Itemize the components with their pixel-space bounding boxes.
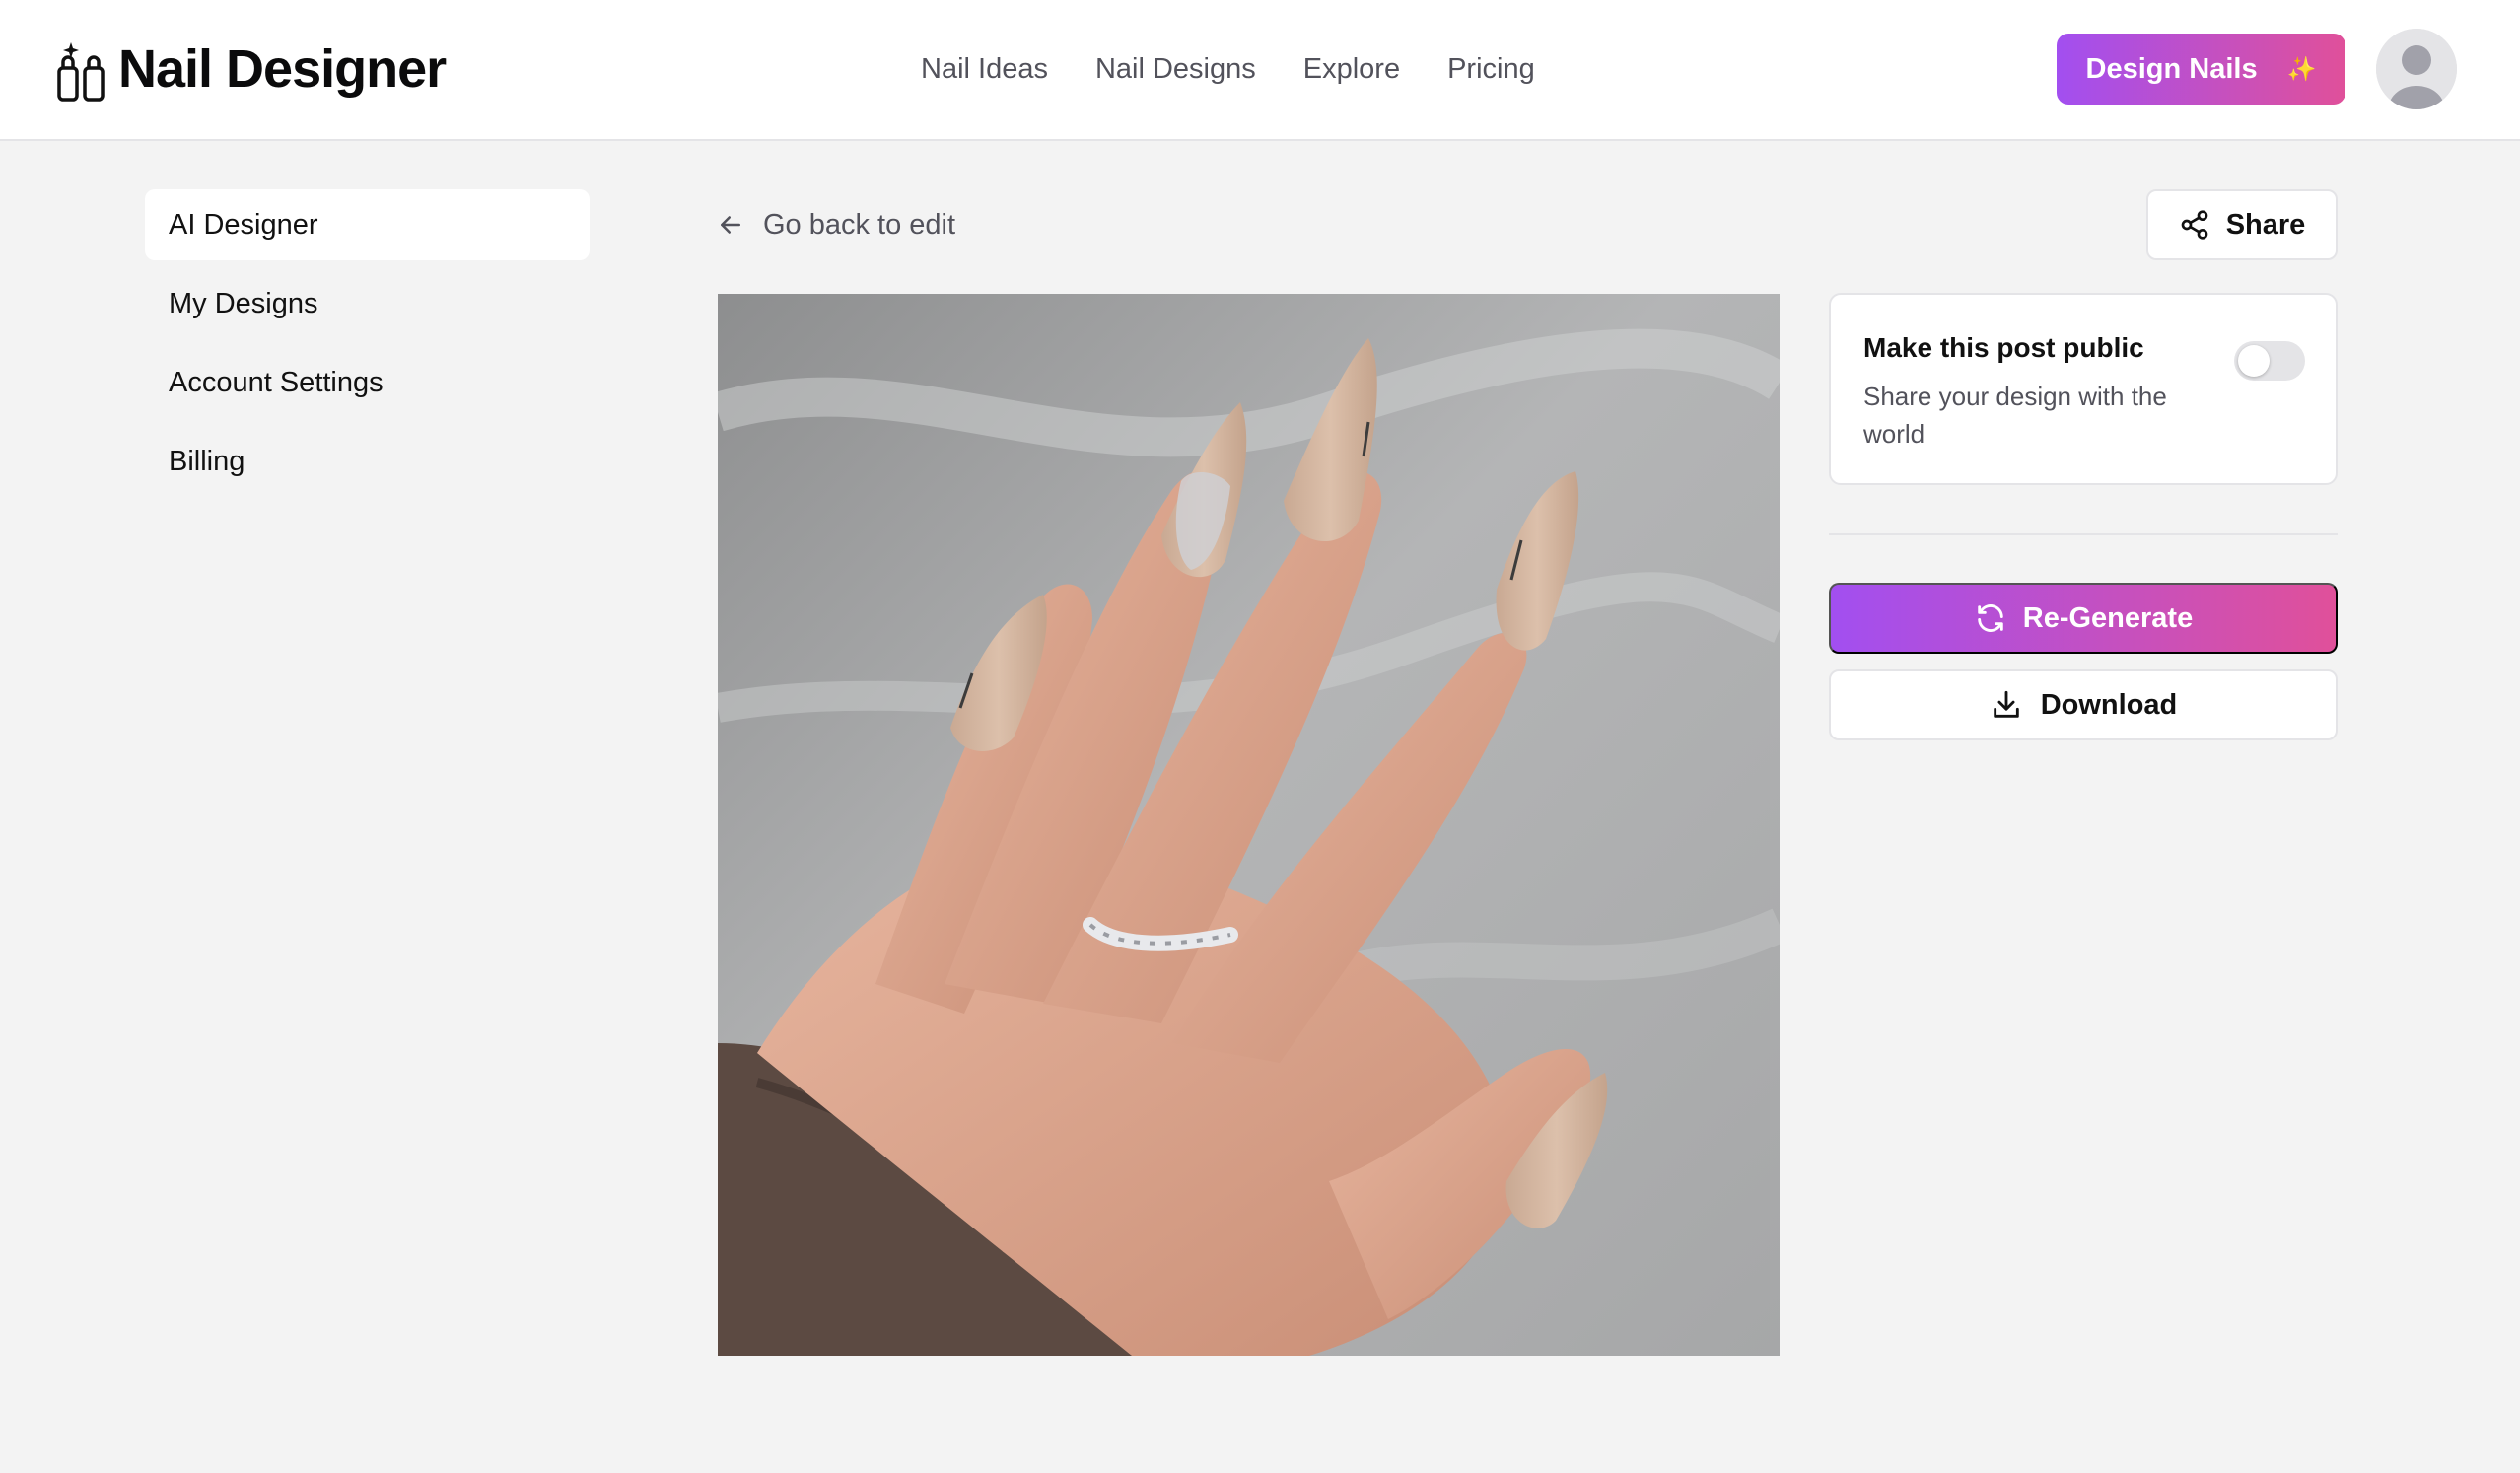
regenerate-label: Re-Generate — [2022, 601, 2194, 634]
nail-polish-sparkle-icon — [57, 42, 105, 102]
make-public-title: Make this post public — [1863, 332, 2144, 363]
sidebar-item-billing[interactable]: Billing — [145, 426, 590, 497]
download-button[interactable]: Download — [1829, 669, 2338, 740]
design-nails-label: Design Nails — [2085, 52, 2258, 85]
user-avatar-icon — [2376, 29, 2457, 109]
top-header: Nail Designer Nail Ideas Nail Designs Ex… — [0, 0, 2520, 141]
share-icon — [2181, 210, 2208, 240]
nav-link-pricing[interactable]: Pricing — [1447, 53, 1535, 86]
sidebar-item-my-designs[interactable]: My Designs — [145, 268, 590, 339]
generated-nail-image — [718, 294, 1780, 1356]
make-public-subtitle: Share your design with the world — [1863, 382, 2167, 449]
design-nails-button[interactable]: Design Nails ✨ — [2057, 34, 2345, 105]
make-public-toggle[interactable] — [2234, 341, 2305, 381]
nav-link-nail-designs[interactable]: Nail Designs — [1095, 53, 1256, 86]
download-icon — [1993, 690, 2019, 718]
download-label: Download — [2040, 688, 2178, 721]
brand-name: Nail Designer — [118, 39, 447, 99]
user-avatar[interactable] — [2376, 29, 2457, 109]
arrow-left-icon — [721, 216, 740, 234]
nav-link-nail-ideas[interactable]: Nail Ideas — [921, 53, 1048, 86]
sparkles-icon: ✨ — [2286, 55, 2317, 83]
refresh-icon — [1978, 604, 2003, 632]
sidebar-item-ai-designer[interactable]: AI Designer — [145, 189, 590, 260]
panel-divider — [1829, 533, 2338, 535]
make-public-card: Make this post public Share your design … — [1829, 293, 2338, 485]
nav-link-explore[interactable]: Explore — [1303, 53, 1400, 86]
back-to-edit-link[interactable]: Go back to edit — [716, 201, 955, 248]
brand-logo[interactable]: Nail Designer — [55, 30, 447, 108]
sidebar-item-account-settings[interactable]: Account Settings — [145, 347, 590, 418]
back-to-edit-label: Go back to edit — [763, 208, 956, 241]
regenerate-button[interactable]: Re-Generate — [1829, 583, 2338, 654]
main-nav: Nail Ideas Nail Designs Explore Pricing — [921, 45, 1535, 93]
sidebar: AI Designer My Designs Account Settings … — [145, 189, 590, 505]
share-label: Share — [2225, 208, 2306, 241]
share-button[interactable]: Share — [2146, 189, 2338, 260]
toggle-knob — [2238, 345, 2270, 377]
nail-design-picture — [718, 294, 1780, 1356]
